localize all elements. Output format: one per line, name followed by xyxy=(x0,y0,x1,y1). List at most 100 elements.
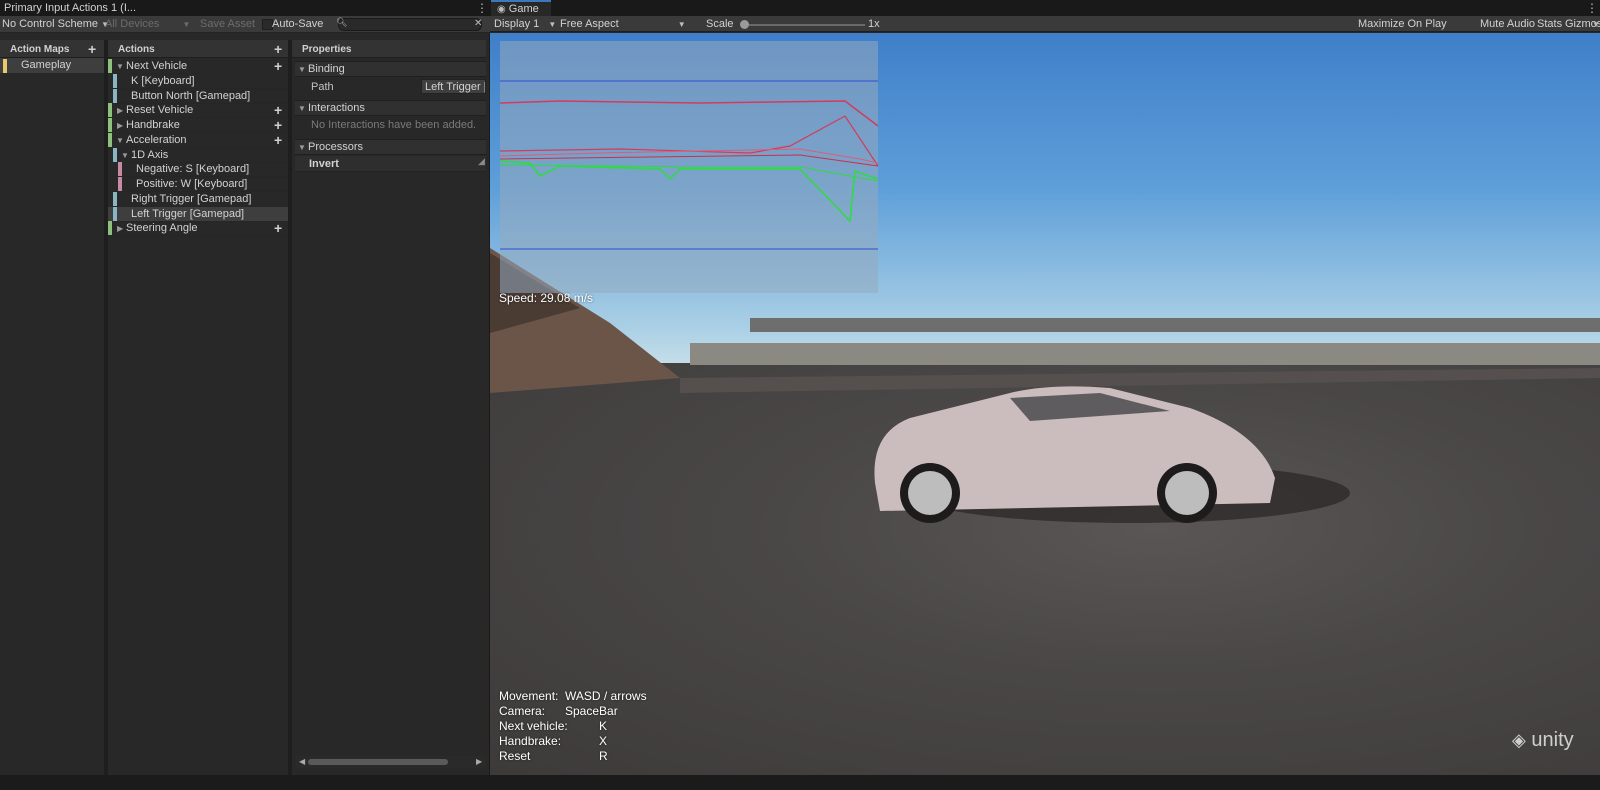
add-binding-icon[interactable]: + xyxy=(274,103,282,117)
collapse-triangle-icon[interactable]: ▼ xyxy=(116,59,124,74)
graph-series-green-1 xyxy=(500,160,878,223)
add-binding-icon[interactable]: + xyxy=(274,133,282,147)
controls-reset-key: R xyxy=(599,749,608,763)
search-icon: 🔍︎ xyxy=(336,17,348,27)
game-viewport[interactable]: Speed: 29.08 m/s Movement: WASD / arrows… xyxy=(490,33,1600,775)
clear-search-icon[interactable]: ✕ xyxy=(474,18,482,29)
more-options-icon[interactable]: ⋮ xyxy=(476,2,488,14)
processor-invert-row[interactable]: Invert ◢ xyxy=(295,156,486,172)
scale-slider-track[interactable] xyxy=(745,24,865,26)
add-action-icon[interactable]: + xyxy=(274,42,282,56)
properties-scrollbar[interactable]: ◀ ▶ xyxy=(296,756,486,768)
expand-triangle-icon[interactable]: ▶ xyxy=(117,118,123,133)
mute-audio-toggle[interactable]: Mute Audio xyxy=(1480,18,1535,30)
display-dropdown[interactable]: Display 1 ▼ xyxy=(494,18,556,30)
add-binding-icon[interactable]: + xyxy=(274,118,282,132)
devices-dropdown[interactable]: All Devices ▼ xyxy=(105,18,190,30)
dropdown-arrow-icon: ▼ xyxy=(182,20,191,29)
car-rim-rear xyxy=(1165,471,1209,515)
interactions-section[interactable]: ▼ Interactions xyxy=(295,100,486,116)
binding-row-right-trigger[interactable]: Right Trigger [Gamepad] xyxy=(108,192,288,207)
debug-graph xyxy=(500,41,878,293)
action-label: Steering Angle xyxy=(126,222,198,234)
action-row-acceleration[interactable]: ▼ Acceleration + xyxy=(108,133,288,148)
processors-section[interactable]: ▼ Processors xyxy=(295,139,486,155)
expand-triangle-icon[interactable]: ▶ xyxy=(117,103,123,118)
binding-row-button-north[interactable]: Button North [Gamepad] xyxy=(108,89,288,104)
collapse-triangle-icon[interactable]: ▼ xyxy=(298,101,306,116)
binding-label: Positive: W [Keyboard] xyxy=(136,178,248,190)
scroll-right-icon[interactable]: ▶ xyxy=(476,757,482,766)
collapse-triangle-icon[interactable]: ▼ xyxy=(116,133,124,148)
display-label: Display 1 xyxy=(494,18,540,30)
action-label: Acceleration xyxy=(126,134,187,146)
binding-row-left-trigger[interactable]: Left Trigger [Gamepad] xyxy=(108,207,288,222)
action-row-handbrake[interactable]: ▶ Handbrake + xyxy=(108,118,288,133)
car-rim-front xyxy=(908,471,952,515)
composite-row-1d-axis[interactable]: ▼ 1D Axis xyxy=(108,148,288,163)
add-action-map-icon[interactable]: + xyxy=(88,42,96,56)
graph-series-red-1 xyxy=(500,100,878,127)
processors-section-label: Processors xyxy=(308,141,364,153)
collapse-triangle-icon[interactable]: ▼ xyxy=(121,148,129,163)
more-options-icon[interactable]: ⋮ xyxy=(1586,2,1598,14)
scroll-left-icon[interactable]: ◀ xyxy=(299,757,305,766)
action-label: Handbrake xyxy=(126,119,180,131)
action-maps-title: Action Maps xyxy=(10,44,70,55)
maximize-on-play-toggle[interactable]: Maximize On Play xyxy=(1358,18,1447,30)
path-field[interactable]: Left Trigger [ xyxy=(421,79,486,94)
control-scheme-label: No Control Scheme xyxy=(2,18,98,30)
expand-triangle-icon[interactable]: ▶ xyxy=(117,221,123,236)
unity-watermark-text: unity xyxy=(1531,729,1574,751)
game-tab[interactable]: ◉ Game xyxy=(491,0,551,16)
binding-color-chip xyxy=(113,74,117,88)
part-color-chip xyxy=(118,162,122,176)
binding-color-chip xyxy=(113,148,117,162)
collapse-triangle-icon[interactable]: ▼ xyxy=(298,62,306,77)
collapse-triangle-icon[interactable]: ▼ xyxy=(298,140,306,155)
guardrail-top xyxy=(750,318,1600,332)
controls-next-vehicle-label: Next vehicle: xyxy=(499,719,568,733)
action-row-steering-angle[interactable]: ▶ Steering Angle + xyxy=(108,221,288,236)
unity-watermark: ◈ unity xyxy=(1512,729,1574,752)
barrier-base xyxy=(680,368,1600,393)
binding-label: Button North [Gamepad] xyxy=(131,90,251,102)
binding-color-chip xyxy=(113,89,117,103)
scale-label: Scale xyxy=(706,18,734,30)
game-tab-bar xyxy=(490,0,1600,16)
gizmos-arrow-icon[interactable]: ▼ xyxy=(1592,20,1600,29)
aspect-label: Free Aspect xyxy=(560,18,619,30)
stats-toggle[interactable]: Stats xyxy=(1537,18,1562,30)
controls-handbrake-label: Handbrake: xyxy=(499,734,562,748)
action-maps-column xyxy=(0,40,104,775)
scale-value: 1x xyxy=(868,18,880,30)
path-label: Path xyxy=(311,81,334,93)
action-map-gameplay[interactable]: Gameplay xyxy=(0,58,104,73)
part-color-chip xyxy=(118,177,122,191)
binding-color-chip xyxy=(113,192,117,206)
action-color-chip xyxy=(108,118,112,132)
binding-row-negative-s[interactable]: Negative: S [Keyboard] xyxy=(108,162,288,177)
action-row-next-vehicle[interactable]: ▼ Next Vehicle + xyxy=(108,59,288,74)
action-color-chip xyxy=(108,59,112,73)
aspect-dropdown[interactable]: Free Aspect ▼ xyxy=(560,18,686,30)
binding-row-positive-w[interactable]: Positive: W [Keyboard] xyxy=(108,177,288,192)
auto-save-label: Auto-Save xyxy=(272,18,324,30)
save-asset-button[interactable]: Save Asset xyxy=(200,18,255,30)
action-row-reset-vehicle[interactable]: ▶ Reset Vehicle + xyxy=(108,103,288,118)
add-binding-icon[interactable]: + xyxy=(274,221,282,235)
add-binding-icon[interactable]: + xyxy=(274,59,282,73)
controls-reset-label: Reset xyxy=(499,749,531,763)
scrollbar-thumb[interactable] xyxy=(308,759,448,765)
processor-resize-icon[interactable]: ◢ xyxy=(478,154,485,169)
scale-slider-handle[interactable] xyxy=(740,20,749,29)
search-input[interactable] xyxy=(338,18,482,31)
controls-movement-key: WASD / arrows xyxy=(565,689,647,703)
binding-section[interactable]: ▼ Binding xyxy=(295,61,486,77)
binding-label: K [Keyboard] xyxy=(131,75,195,87)
binding-color-chip xyxy=(113,207,117,221)
input-actions-tab[interactable]: Primary Input Actions 1 (I... xyxy=(0,0,140,16)
control-scheme-dropdown[interactable]: No Control Scheme ▼ xyxy=(2,18,109,30)
binding-row-k-keyboard[interactable]: K [Keyboard] xyxy=(108,74,288,89)
controls-camera-label: Camera: xyxy=(499,704,546,718)
